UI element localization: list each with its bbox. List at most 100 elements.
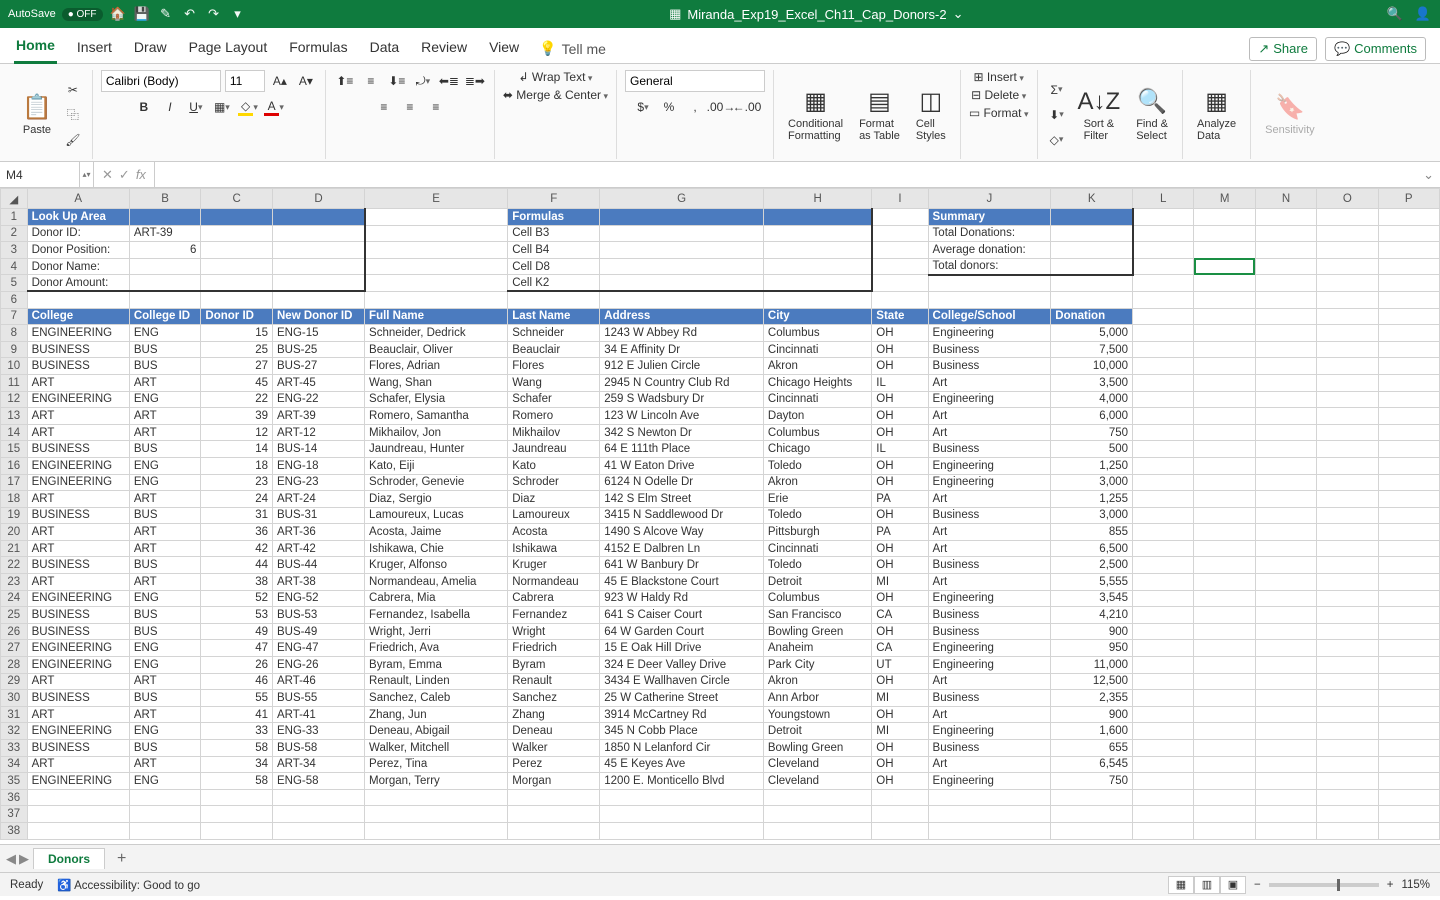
row-header[interactable]: 1 xyxy=(1,209,28,226)
row-header[interactable]: 15 xyxy=(1,441,28,458)
cell[interactable] xyxy=(1133,474,1194,491)
cell[interactable]: Art xyxy=(928,408,1051,425)
align-bottom-icon[interactable]: ⬇≡ xyxy=(386,70,408,92)
cell[interactable] xyxy=(1194,275,1255,292)
cell[interactable]: ART xyxy=(129,756,201,773)
cell[interactable] xyxy=(1317,557,1378,574)
cell[interactable] xyxy=(365,822,508,839)
cell[interactable]: 25 xyxy=(201,341,273,358)
row-header[interactable]: 6 xyxy=(1,291,28,308)
comments-button[interactable]: 💬Comments xyxy=(1325,37,1426,61)
cell[interactable] xyxy=(201,258,273,275)
cell[interactable] xyxy=(1317,291,1378,308)
cell[interactable]: ART-42 xyxy=(273,540,365,557)
cell[interactable]: Art xyxy=(928,706,1051,723)
cell[interactable]: ART-12 xyxy=(273,424,365,441)
cell[interactable]: OH xyxy=(872,391,928,408)
cell[interactable] xyxy=(1378,242,1439,259)
cell[interactable] xyxy=(1378,291,1439,308)
cell[interactable]: 912 E Julien Circle xyxy=(600,358,764,375)
cell[interactable] xyxy=(1194,623,1255,640)
cell[interactable] xyxy=(201,789,273,806)
cell[interactable]: 55 xyxy=(201,690,273,707)
tab-formulas[interactable]: Formulas xyxy=(287,35,349,63)
cell[interactable] xyxy=(1051,209,1133,226)
cell[interactable]: Columbus xyxy=(763,590,871,607)
cell[interactable]: 923 W Haldy Rd xyxy=(600,590,764,607)
cell[interactable]: ENG-47 xyxy=(273,640,365,657)
cell[interactable] xyxy=(1378,706,1439,723)
paste-button[interactable]: 📋Paste xyxy=(16,91,58,138)
cell[interactable] xyxy=(365,242,508,259)
cell[interactable]: Zhang, Jun xyxy=(365,706,508,723)
cell[interactable]: State xyxy=(872,308,928,325)
cell[interactable] xyxy=(1255,607,1316,624)
cell[interactable]: Detroit xyxy=(763,574,871,591)
cell[interactable]: 34 xyxy=(201,756,273,773)
view-page-break-icon[interactable]: ▣ xyxy=(1220,876,1246,894)
cell[interactable]: Art xyxy=(928,574,1051,591)
cell[interactable]: 42 xyxy=(201,540,273,557)
cell[interactable]: 345 N Cobb Place xyxy=(600,723,764,740)
cell[interactable] xyxy=(1378,341,1439,358)
bold-button[interactable]: B xyxy=(133,96,155,118)
cell[interactable] xyxy=(1194,374,1255,391)
cell[interactable] xyxy=(508,291,600,308)
col-header-E[interactable]: E xyxy=(365,189,508,209)
increase-decimal-icon[interactable]: .00→ xyxy=(710,96,732,118)
increase-indent-icon[interactable]: ≣➡ xyxy=(464,70,486,92)
cell[interactable] xyxy=(1133,574,1194,591)
cell[interactable] xyxy=(872,258,928,275)
delete-cells-button[interactable]: ⊟ Delete xyxy=(971,88,1026,102)
cell[interactable] xyxy=(273,275,365,292)
cell[interactable]: ART xyxy=(129,424,201,441)
cell[interactable] xyxy=(1317,789,1378,806)
cell[interactable]: ART-46 xyxy=(273,673,365,690)
cell[interactable] xyxy=(1255,258,1316,275)
cell[interactable]: Last Name xyxy=(508,308,600,325)
cell[interactable]: ENG-23 xyxy=(273,474,365,491)
autosum-icon[interactable]: Σ xyxy=(1046,79,1068,101)
sheet-tab-donors[interactable]: Donors xyxy=(33,848,105,869)
cell[interactable]: Donation xyxy=(1051,308,1133,325)
insert-cells-button[interactable]: ⊞ Insert xyxy=(973,70,1023,84)
cell[interactable]: OH xyxy=(872,474,928,491)
cell[interactable]: BUS-55 xyxy=(273,690,365,707)
cell[interactable] xyxy=(1317,441,1378,458)
cell[interactable] xyxy=(872,789,928,806)
cell[interactable]: Schafer xyxy=(508,391,600,408)
number-format-select[interactable] xyxy=(625,70,765,92)
cell[interactable] xyxy=(600,275,764,292)
cell[interactable] xyxy=(1133,607,1194,624)
cell[interactable] xyxy=(1133,491,1194,508)
cell[interactable]: 6,500 xyxy=(1051,540,1133,557)
cell[interactable]: ART xyxy=(129,408,201,425)
cell[interactable]: ENG-22 xyxy=(273,391,365,408)
cell[interactable]: 46 xyxy=(201,673,273,690)
orientation-icon[interactable]: ⤾ xyxy=(412,70,434,92)
row-header[interactable]: 30 xyxy=(1,690,28,707)
cell[interactable] xyxy=(1378,640,1439,657)
cell[interactable]: BUSINESS xyxy=(27,358,129,375)
cell[interactable]: Wright, Jerri xyxy=(365,623,508,640)
cell[interactable] xyxy=(1317,673,1378,690)
cell[interactable] xyxy=(273,291,365,308)
cell[interactable] xyxy=(1255,474,1316,491)
cell[interactable] xyxy=(1317,773,1378,790)
cell[interactable] xyxy=(1194,225,1255,242)
cell[interactable] xyxy=(129,275,201,292)
cell[interactable]: Full Name xyxy=(365,308,508,325)
cell[interactable] xyxy=(1317,275,1378,292)
row-header[interactable]: 12 xyxy=(1,391,28,408)
cell[interactable] xyxy=(928,789,1051,806)
align-top-icon[interactable]: ⬆≡ xyxy=(334,70,356,92)
merge-center-button[interactable]: ⬌ Merge & Center xyxy=(503,88,608,102)
cell[interactable]: 641 W Banbury Dr xyxy=(600,557,764,574)
cell[interactable] xyxy=(1194,574,1255,591)
cell[interactable]: ART xyxy=(129,673,201,690)
cell[interactable]: 4,000 xyxy=(1051,391,1133,408)
cell[interactable] xyxy=(1133,540,1194,557)
cell[interactable]: MI xyxy=(872,690,928,707)
cell[interactable] xyxy=(27,789,129,806)
cell[interactable]: Art xyxy=(928,374,1051,391)
